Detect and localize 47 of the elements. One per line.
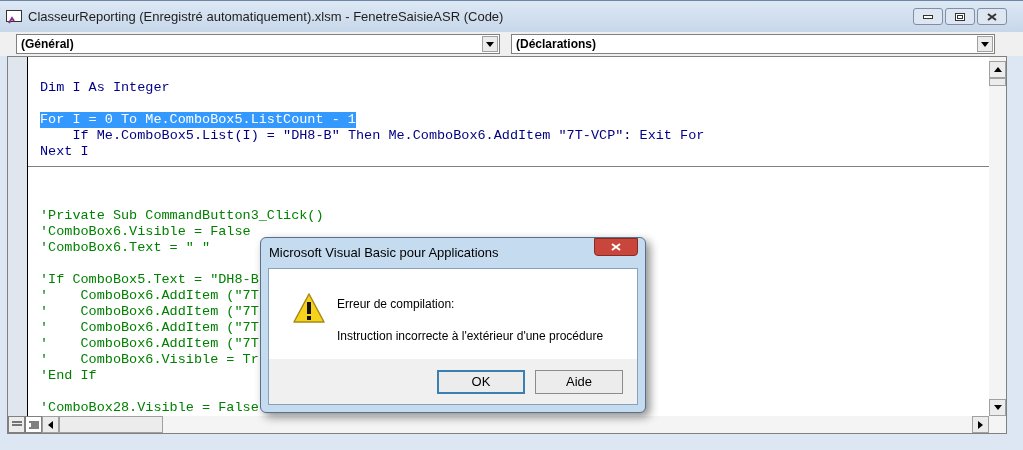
right-arrow-icon: [978, 420, 983, 429]
restore-icon: [955, 12, 965, 21]
code-comment: 'End If: [40, 368, 97, 384]
code-window-icon: [6, 9, 22, 24]
horizontal-scrollbar-thumb[interactable]: [59, 416, 163, 433]
code-line: Next I: [40, 144, 89, 160]
close-button[interactable]: [594, 238, 638, 256]
code-line: If Me.ComboBox5.List(I) = "DH8-B" Then Me.ComboBox6.AddItem "7T-VCP": Exit For: [71, 128, 705, 144]
minimize-icon: [923, 14, 933, 19]
code-comment: 'If ComboBox5.Text = "DH8-B: [40, 272, 259, 288]
error-message: Instruction incorrecte à l'extérieur d'une procédure: [337, 328, 604, 345]
scrollbar-thumb[interactable]: [989, 78, 1006, 86]
vertical-scrollbar[interactable]: [989, 57, 1006, 416]
module-view-button[interactable]: [25, 416, 42, 433]
dialog-title: Microsoft Visual Basic pour Applications: [269, 244, 499, 263]
error-heading: Erreur de compilation:: [337, 296, 456, 313]
close-button[interactable]: [977, 8, 1007, 25]
left-arrow-icon: [48, 420, 53, 429]
dialog-button[interactable]: Aide: [535, 369, 623, 394]
code-comment: 'ComboBox28.Visible = False: [40, 400, 259, 416]
code-comment: ' ComboBox6.AddItem ("7T: [40, 320, 259, 336]
code-line: Dim I As Integer: [40, 80, 170, 96]
procedure-view-icon: [11, 420, 22, 429]
scroll-left-button[interactable]: [42, 416, 59, 433]
scroll-down-button[interactable]: [989, 399, 1006, 416]
code-comment: ' ComboBox6.AddItem ("7T: [40, 336, 259, 352]
close-icon: [611, 243, 621, 251]
window-title: ClasseurReporting (Enregistré automatiquement).xlsm - FenetreSaisieASR (Code): [28, 7, 504, 26]
minimize-button[interactable]: [913, 8, 943, 25]
procedure-view-button[interactable]: [8, 416, 25, 433]
code-comment: ' ComboBox6.Visible = Tr: [40, 352, 259, 368]
scroll-up-button[interactable]: [989, 61, 1006, 78]
scroll-right-button[interactable]: [972, 416, 989, 433]
code-comment: ' ComboBox6.AddItem ("7T: [40, 288, 259, 304]
dropdown[interactable]: (Général): [16, 34, 500, 54]
restore-button[interactable]: [945, 8, 975, 25]
dropdown[interactable]: (Déclarations): [511, 34, 995, 54]
close-icon: [987, 12, 997, 21]
code-comment: 'ComboBox6.Visible = False: [40, 224, 251, 240]
dialog-button[interactable]: OK: [437, 369, 525, 394]
up-arrow-icon: [993, 67, 1002, 72]
module-view-icon: [28, 420, 39, 429]
warning-icon: [293, 293, 325, 323]
down-arrow-icon: [993, 405, 1002, 410]
code-comment: ' ComboBox6.AddItem ("7T: [40, 304, 259, 320]
code-comment: 'ComboBox6.Text = " ": [40, 240, 211, 256]
code-comment: 'Private Sub CommandButton3_Click(): [40, 208, 324, 224]
